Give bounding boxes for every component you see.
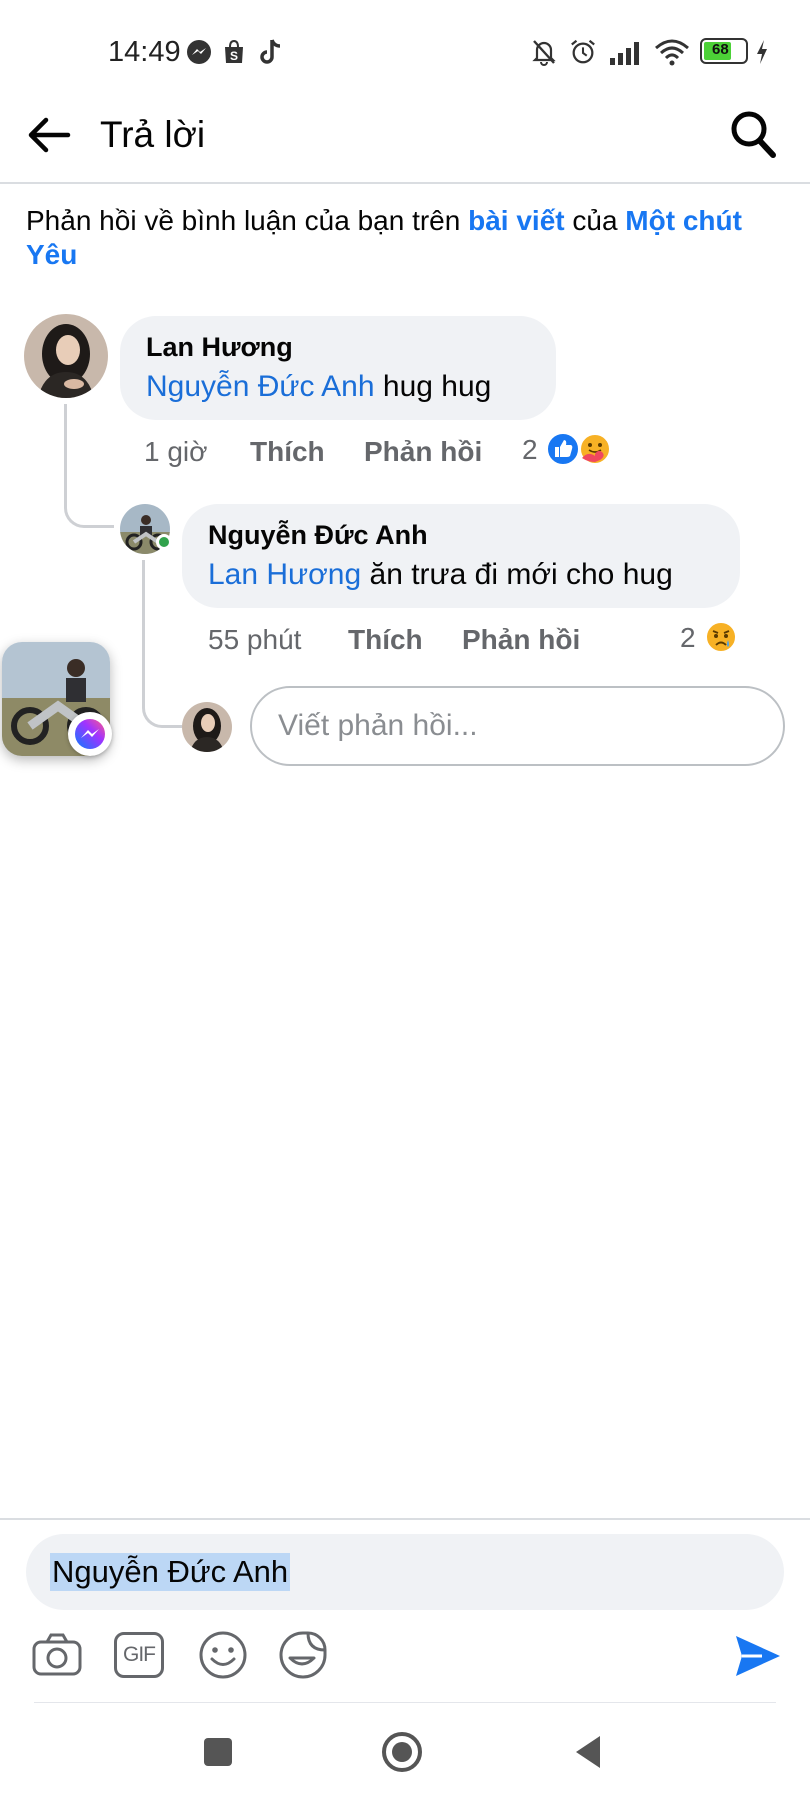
- battery-level: 68: [712, 41, 729, 58]
- messenger-icon: [187, 40, 211, 64]
- camera-icon[interactable]: [30, 1628, 84, 1682]
- context-middle: của: [564, 205, 626, 236]
- comment-text: Lan Hương ăn trưa đi mới cho hug: [208, 558, 673, 592]
- system-navigation-bar: [0, 1704, 810, 1800]
- current-user-avatar: [182, 702, 232, 752]
- status-time: 14:49: [108, 36, 181, 68]
- like-reaction-icon: [546, 432, 580, 466]
- status-bar: 14:49 S 68: [0, 0, 810, 96]
- comment-time: 1 giờ: [144, 436, 208, 467]
- signal-icon: [610, 42, 639, 65]
- bell-muted-icon: [532, 40, 556, 66]
- reply-button[interactable]: Phản hồi: [462, 624, 580, 656]
- reaction-count[interactable]: 2: [522, 434, 538, 466]
- comment-bubble: Lan Hương Nguyễn Đức Anh hug hug: [120, 316, 556, 420]
- home-icon[interactable]: [378, 1728, 426, 1776]
- comment-author[interactable]: Lan Hương: [146, 332, 293, 363]
- reply-context: Phản hồi về bình luận của bạn trên bài v…: [26, 204, 786, 272]
- comment-author[interactable]: Nguyễn Đức Anh: [208, 520, 428, 551]
- online-status-badge: [156, 534, 172, 550]
- arrow-left-icon[interactable]: [24, 110, 74, 160]
- thread-connector: [142, 560, 182, 728]
- avatar[interactable]: [24, 314, 108, 398]
- battery-icon: 68: [700, 38, 748, 64]
- divider: [34, 1702, 776, 1703]
- comment-body: hug hug: [374, 370, 492, 403]
- search-icon[interactable]: [728, 108, 778, 162]
- comment-time: 55 phút: [208, 624, 302, 655]
- gif-button[interactable]: GIF: [114, 1632, 164, 1678]
- comment-input[interactable]: Nguyễn Đức Anh: [26, 1534, 784, 1610]
- shopee-icon: S: [225, 39, 243, 63]
- gif-label: GIF: [123, 1643, 156, 1666]
- composer-text: Nguyễn Đức Anh: [50, 1553, 291, 1591]
- reply-button[interactable]: Phản hồi: [364, 436, 482, 468]
- svg-text:S: S: [230, 49, 238, 63]
- alarm-icon: [571, 39, 595, 64]
- page-title: Trả lời: [100, 114, 206, 155]
- reaction-count[interactable]: 2: [680, 622, 696, 654]
- top-app-bar: Trả lời: [0, 96, 810, 184]
- comment-body: ăn trưa đi mới cho hug: [361, 558, 673, 591]
- mention-link[interactable]: Lan Hương: [208, 558, 361, 591]
- charging-icon: [757, 40, 767, 64]
- recent-apps-icon[interactable]: [194, 1728, 242, 1776]
- sad-reaction-icon: [705, 621, 737, 653]
- post-link[interactable]: bài viết: [468, 205, 564, 236]
- like-button[interactable]: Thích: [250, 436, 325, 468]
- messenger-badge-icon: [68, 712, 112, 756]
- like-button[interactable]: Thích: [348, 624, 423, 656]
- back-nav-icon[interactable]: [564, 1728, 612, 1776]
- comment-composer: Nguyễn Đức Anh GIF: [0, 1518, 810, 1704]
- wifi-icon: [655, 39, 689, 66]
- context-prefix: Phản hồi về bình luận của bạn trên: [26, 205, 469, 236]
- tiktok-icon: [260, 39, 281, 64]
- emoji-icon[interactable]: [196, 1628, 250, 1682]
- sticker-icon[interactable]: [276, 1628, 330, 1682]
- thread-connector: [64, 404, 114, 528]
- care-reaction-icon: [579, 433, 611, 465]
- comment-text: Nguyễn Đức Anh hug hug: [146, 370, 491, 404]
- mention-link[interactable]: Nguyễn Đức Anh: [146, 370, 375, 403]
- send-icon[interactable]: [732, 1630, 784, 1682]
- comment-bubble: Nguyễn Đức Anh Lan Hương ăn trưa đi mới …: [182, 504, 740, 608]
- reply-input[interactable]: [250, 686, 785, 766]
